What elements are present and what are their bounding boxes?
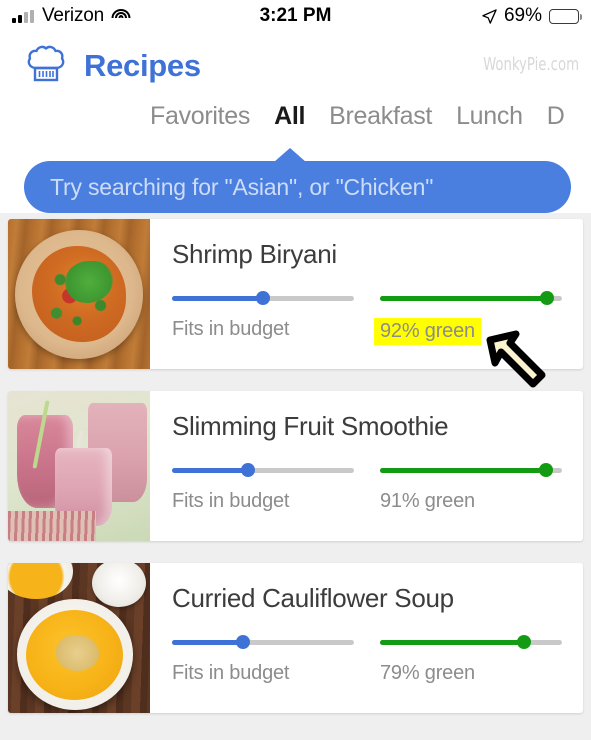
brand-row: Recipes WonkyPie.com [0, 38, 591, 88]
recipe-thumbnail [8, 563, 150, 713]
page-title: Recipes [84, 48, 201, 83]
recipe-title: Curried Cauliflower Soup [172, 583, 454, 613]
budget-label: Fits in budget [172, 490, 290, 512]
status-bar-right: 69% [482, 5, 583, 27]
budget-slider[interactable] [172, 635, 354, 649]
green-label: 92% green [374, 318, 481, 345]
status-bar-left: Verizon [12, 5, 131, 27]
recipe-card-body: Curried Cauliflower Soup Fits in budget [150, 563, 583, 713]
recipe-card[interactable]: Curried Cauliflower Soup Fits in budget [8, 563, 583, 713]
search-tip-bubble[interactable]: Try searching for "Asian", or "Chicken" [24, 148, 571, 213]
budget-metric: Fits in budget [172, 463, 354, 513]
recipe-thumbnail [8, 219, 150, 369]
category-tabs: Favorites All Breakfast Lunch D [0, 102, 591, 131]
battery-percent-label: 69% [503, 5, 542, 26]
tab-breakfast[interactable]: Breakfast [329, 102, 432, 131]
recipe-metrics: Fits in budget 91% green [172, 463, 583, 513]
green-metric: 79% green [380, 635, 562, 685]
recipe-list: Shrimp Biryani Fits in budget 92% green … [0, 213, 591, 713]
wifi-icon [111, 9, 131, 23]
recipe-thumbnail [8, 391, 150, 541]
tab-lunch[interactable]: Lunch [456, 102, 523, 131]
green-label: 79% green [380, 662, 475, 684]
green-slider[interactable] [380, 463, 562, 477]
battery-icon [549, 8, 583, 24]
budget-slider[interactable] [172, 291, 354, 305]
tab-all[interactable]: All [274, 102, 305, 131]
budget-label: Fits in budget [172, 662, 290, 684]
mouse-pointer-arrow-icon [486, 330, 546, 388]
green-slider[interactable] [380, 291, 562, 305]
status-bar: Verizon 3:21 PM 69% [0, 0, 591, 32]
green-metric: 91% green [380, 463, 562, 513]
search-tip-text: Try searching for "Asian", or "Chicken" [50, 173, 434, 200]
recipe-title: Slimming Fruit Smoothie [172, 411, 449, 441]
recipe-card[interactable]: Slimming Fruit Smoothie Fits in budget 9… [8, 391, 583, 541]
budget-label: Fits in budget [172, 318, 290, 340]
tab-favorites[interactable]: Favorites [150, 102, 250, 131]
app-header: Recipes WonkyPie.com Favorites All Break… [0, 32, 591, 213]
tab-dinner[interactable]: D [547, 102, 565, 131]
recipe-metrics: Fits in budget 79% green [172, 635, 583, 685]
signal-bars-icon [12, 9, 34, 23]
recipe-title: Shrimp Biryani [172, 239, 337, 269]
chef-hat-icon [27, 45, 65, 82]
search-tip-wrapper: Try searching for "Asian", or "Chicken" [24, 148, 571, 213]
green-slider[interactable] [380, 635, 562, 649]
budget-metric: Fits in budget [172, 291, 354, 345]
budget-metric: Fits in budget [172, 635, 354, 685]
budget-slider[interactable] [172, 463, 354, 477]
site-watermark: WonkyPie.com [483, 54, 579, 75]
carrier-label: Verizon [42, 5, 104, 26]
green-label: 91% green [380, 490, 475, 512]
location-arrow-icon [482, 8, 497, 24]
recipe-card-body: Slimming Fruit Smoothie Fits in budget 9… [150, 391, 583, 541]
